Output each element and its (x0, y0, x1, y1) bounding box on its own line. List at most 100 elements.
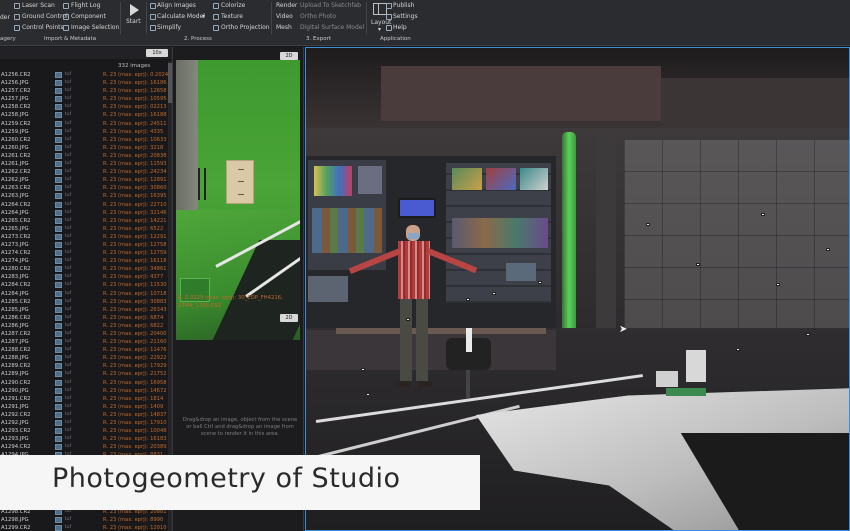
list-item[interactable]: A1284.CR2 tuf R. 23 (max. eprj): 11530 (0, 281, 172, 289)
ribbon-colorize[interactable]: Colorize (221, 2, 245, 10)
list-item[interactable]: A1262.CR2 tuf R. 23 (max. eprj): 24234 (0, 168, 172, 176)
ribbon-laser-scan[interactable]: Laser Scan (22, 2, 55, 10)
person-shoe (418, 381, 432, 387)
image-thumbnail-icon (55, 306, 62, 313)
list-item[interactable]: A1292.JPG tuf R. 23 (max. eprj): 17910 (0, 419, 172, 427)
list-item[interactable]: A1284.JPG tuf R. 23 (max. eprj): 10718 (0, 290, 172, 298)
zoom-badge[interactable]: 10x (146, 49, 168, 57)
ribbon-settings[interactable]: Settings (393, 13, 418, 21)
image-format: tuf (65, 322, 72, 328)
control-marker (826, 248, 830, 251)
start-label: Start (126, 18, 141, 25)
list-item[interactable]: A1292.CR2 tuf R. 23 (max. eprj): 14837 (0, 411, 172, 419)
list-item[interactable]: A1280.CR2 tuf R. 23 (max. eprj): 34861 (0, 265, 172, 273)
image-thumbnail-icon (55, 225, 62, 232)
list-item[interactable]: A1286.JPG tuf R. 23 (max. eprj): 6822 (0, 322, 172, 330)
ribbon-digital-surface-model[interactable]: Digital Surface Model (300, 24, 364, 32)
list-item[interactable]: A1263.CR2 tuf R. 23 (max. eprj): 30860 (0, 184, 172, 192)
image-thumbnail-icon (55, 96, 62, 103)
list-item[interactable]: A1274.CR2 tuf R. 23 (max. eprj): 12759 (0, 249, 172, 257)
list-item[interactable]: A1283.JPG tuf R. 23 (max. eprj): 4377 (0, 273, 172, 281)
image-thumbnail-icon (55, 120, 62, 127)
list-item[interactable]: A1294.CR2 tuf R. 23 (max. eprj): 20389 (0, 443, 172, 451)
reprojection-error: R. 23 (max. eprj): 17929 (103, 363, 167, 370)
list-item[interactable]: A1293.JPG tuf R. 23 (max. eprj): 16183 (0, 435, 172, 443)
list-item[interactable]: A1290.JPG tuf R. 23 (max. eprj): 14672 (0, 387, 172, 395)
list-item[interactable]: A1257.CR2 tuf R. 23 (max. eprj): 12658 (0, 87, 172, 95)
list-item[interactable]: A1289.JPG tuf R. 23 (max. eprj): 21752 (0, 370, 172, 378)
list-item[interactable]: A1274.JPG tuf R. 23 (max. eprj): 16118 (0, 257, 172, 265)
ribbon-render[interactable]: Render (276, 2, 297, 10)
list-item[interactable]: A1256.CR2 tuf R. 23 (max. eprj): 0.2024 (0, 71, 172, 79)
chevron-down-icon[interactable]: ▾ (202, 13, 205, 21)
component-icon (63, 14, 69, 20)
start-button[interactable] (124, 2, 144, 32)
flight-log-icon (63, 3, 69, 9)
ribbon-upload-sketchfab[interactable]: Upload To Sketchfab (300, 2, 361, 10)
reprojection-error: R. 23 (max. eprj): 14837 (103, 411, 167, 418)
ribbon-control-points[interactable]: Control Points (22, 24, 64, 32)
ribbon-mesh[interactable]: Mesh (276, 24, 292, 32)
ribbon-ortho-photo[interactable]: Ortho Photo (300, 13, 336, 21)
list-item[interactable]: A1285.JPG tuf R. 23 (max. eprj): 26343 (0, 306, 172, 314)
ribbon-help[interactable]: Help (393, 24, 407, 32)
list-item[interactable]: A1291.CR2 tuf R. 23 (max. eprj): 1814 (0, 395, 172, 403)
list-item[interactable]: A1293.CR2 tuf R. 23 (max. eprj): 10048 (0, 427, 172, 435)
list-item[interactable]: A1258.CR2 tuf R. 23 (max. eprj): 02213 (0, 103, 172, 111)
list-item[interactable]: A1289.CR2 tuf R. 23 (max. eprj): 17929 (0, 362, 172, 370)
ribbon-image-selection[interactable]: Image Selection (71, 24, 119, 32)
list-item[interactable]: A1298.JPG tuf R. 23 (max. eprj): 8990 (0, 516, 172, 524)
list-item[interactable]: A1261.CR2 tuf R. 23 (max. eprj): 20838 (0, 152, 172, 160)
list-item[interactable]: A1258.JPG tuf R. 23 (max. eprj): 16188 (0, 111, 172, 119)
list-item[interactable]: A1288.JPG tuf R. 23 (max. eprj): 22922 (0, 354, 172, 362)
ribbon-item-der[interactable]: der (0, 14, 10, 22)
layout-icon[interactable] (373, 3, 387, 15)
ribbon-ortho-projection[interactable]: Ortho Projection (221, 24, 270, 32)
image-filename: A1299.CR2 (1, 525, 31, 531)
list-item[interactable]: A1264.JPG tuf R. 23 (max. eprj): 32146 (0, 209, 172, 217)
ribbon-component[interactable]: Component (71, 13, 106, 21)
list-item[interactable]: A1257.JPG tuf R. 23 (max. eprj): 10595 (0, 95, 172, 103)
reprojection-error: R. 23 (max. eprj): 26343 (103, 306, 167, 313)
list-item[interactable]: A1265.JPG tuf R. 23 (max. eprj): 6522 (0, 225, 172, 233)
ribbon-flight-log[interactable]: Flight Log (71, 2, 100, 10)
view-mode-2d-badge[interactable]: 2D (280, 52, 298, 60)
list-item[interactable]: A1288.CR2 tuf R. 23 (max. eprj): 11476 (0, 346, 172, 354)
image-thumbnail-icon (55, 80, 62, 87)
list-item[interactable]: A1263.JPG tuf R. 23 (max. eprj): 16395 (0, 192, 172, 200)
list-item[interactable]: A1259.CR2 tuf R. 23 (max. eprj): 24511 (0, 120, 172, 128)
list-item[interactable]: A1286.CR2 tuf R. 23 (max. eprj): 6874 (0, 314, 172, 322)
list-item[interactable]: A1265.CR2 tuf R. 23 (max. eprj): 14221 (0, 217, 172, 225)
list-item[interactable]: A1273.JPG tuf R. 23 (max. eprj): 12758 (0, 241, 172, 249)
list-item[interactable]: A1264.CR2 tuf R. 23 (max. eprj): 22710 (0, 201, 172, 209)
view-mode-2d-badge[interactable]: 2D (280, 314, 298, 322)
list-item[interactable]: A1260.CR2 tuf R. 23 (max. eprj): 10633 (0, 136, 172, 144)
reprojection-error: R. 23 (max. eprj): 16958 (103, 379, 167, 386)
ribbon-ground-control[interactable]: Ground Control (22, 13, 68, 21)
candle (466, 328, 472, 352)
ribbon-simplify[interactable]: Simplify (157, 24, 181, 32)
list-item[interactable]: A1261.JPG tuf R. 23 (max. eprj): 11593 (0, 160, 172, 168)
ribbon-texture[interactable]: Texture (221, 13, 243, 21)
list-item[interactable]: A1291.JPG tuf R. 23 (max. eprj): 1409 (0, 403, 172, 411)
ribbon-calculate-model[interactable]: Calculate Model (157, 13, 205, 21)
ribbon-video[interactable]: Video (276, 13, 293, 21)
ribbon-publish[interactable]: Publish (393, 2, 414, 10)
list-item[interactable]: A1285.CR2 tuf R. 23 (max. eprj): 30883 (0, 298, 172, 306)
list-item[interactable]: A1287.JPG tuf R. 23 (max. eprj): 21160 (0, 338, 172, 346)
list-item[interactable]: A1273.CR2 tuf R. 23 (max. eprj): 12291 (0, 233, 172, 241)
chevron-down-icon[interactable]: ▾ (378, 26, 381, 34)
list-item[interactable]: A1259.JPG tuf R. 23 (max. eprj): 4335 (0, 128, 172, 136)
list-item[interactable]: A1260.JPG tuf R. 23 (max. eprj): 3218 (0, 144, 172, 152)
image-format: tuf (65, 525, 72, 531)
list-item[interactable]: A1290.CR2 tuf R. 23 (max. eprj): 16958 (0, 379, 172, 387)
screen (520, 168, 548, 190)
list-item[interactable]: A1256.JPG tuf R. 23 (max. eprj): 16186 (0, 79, 172, 87)
list-item[interactable]: A1299.CR2 tuf R. 23 (max. eprj): 12010 (0, 524, 172, 531)
list-item[interactable]: A1262.JPG tuf R. 23 (max. eprj): 12891 (0, 176, 172, 184)
chair-stem (466, 370, 470, 398)
ribbon-align-images[interactable]: Align Images (157, 2, 196, 10)
list-item[interactable]: A1287.CR2 tuf R. 23 (max. eprj): 20400 (0, 330, 172, 338)
screen (486, 168, 516, 190)
image-format: tuf (65, 420, 72, 426)
